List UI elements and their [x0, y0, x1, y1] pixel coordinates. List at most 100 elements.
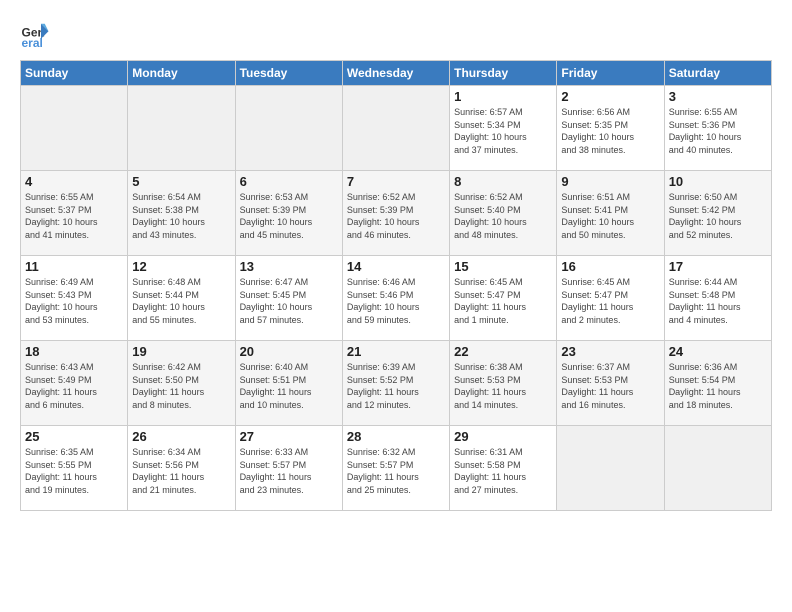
calendar-cell: 20 Sunrise: 6:40 AM Sunset: 5:51 PM Dayli… — [235, 341, 342, 426]
day-info: Sunrise: 6:55 AM Sunset: 5:36 PM Dayligh… — [669, 106, 767, 156]
day-info: Sunrise: 6:48 AM Sunset: 5:44 PM Dayligh… — [132, 276, 230, 326]
calendar-cell: 15Sunrise: 6:45 AM Sunset: 5:47 PM Dayli… — [450, 256, 557, 341]
calendar-cell: 11 Sunrise: 6:49 AM Sunset: 5:43 PM Dayli… — [21, 256, 128, 341]
weekday-header: Sunday — [21, 61, 128, 86]
day-number: 21 — [347, 344, 445, 359]
calendar-cell — [664, 426, 771, 511]
calendar-cell — [557, 426, 664, 511]
day-info: Sunrise: 6:52 AM Sunset: 5:39 PM Dayligh… — [347, 191, 445, 241]
day-number: 6 — [240, 174, 338, 189]
day-number: 19 — [132, 344, 230, 359]
day-info: Sunrise: 6:53 AM Sunset: 5:39 PM Dayligh… — [240, 191, 338, 241]
day-info: Sunrise: 6:52 AM Sunset: 5:40 PM Dayligh… — [454, 191, 552, 241]
day-info: Sunrise: 6:36 AM Sunset: 5:54 PM Dayligh… — [669, 361, 767, 411]
calendar-cell: 17 Sunrise: 6:44 AM Sunset: 5:48 PM Dayli… — [664, 256, 771, 341]
day-number: 26 — [132, 429, 230, 444]
calendar-cell: 8 Sunrise: 6:52 AM Sunset: 5:40 PM Daylig… — [450, 171, 557, 256]
day-info: Sunrise: 6:33 AM Sunset: 5:57 PM Dayligh… — [240, 446, 338, 496]
day-info: Sunrise: 6:50 AM Sunset: 5:42 PM Dayligh… — [669, 191, 767, 241]
calendar-cell: 26 Sunrise: 6:34 AM Sunset: 5:56 PM Dayli… — [128, 426, 235, 511]
calendar-cell: 6 Sunrise: 6:53 AM Sunset: 5:39 PM Daylig… — [235, 171, 342, 256]
day-number: 24 — [669, 344, 767, 359]
weekday-header: Thursday — [450, 61, 557, 86]
day-info: Sunrise: 6:54 AM Sunset: 5:38 PM Dayligh… — [132, 191, 230, 241]
calendar-cell: 7 Sunrise: 6:52 AM Sunset: 5:39 PM Daylig… — [342, 171, 449, 256]
day-number: 12 — [132, 259, 230, 274]
day-number: 11 — [25, 259, 123, 274]
day-number: 14 — [347, 259, 445, 274]
day-number: 2 — [561, 89, 659, 104]
calendar-cell: 27 Sunrise: 6:33 AM Sunset: 5:57 PM Dayli… — [235, 426, 342, 511]
day-number: 18 — [25, 344, 123, 359]
page-header: Gen eral — [20, 20, 772, 50]
day-info: Sunrise: 6:38 AM Sunset: 5:53 PM Dayligh… — [454, 361, 552, 411]
day-number: 10 — [669, 174, 767, 189]
logo-icon: Gen eral — [20, 20, 50, 50]
day-info: Sunrise: 6:34 AM Sunset: 5:56 PM Dayligh… — [132, 446, 230, 496]
calendar-cell: 2 Sunrise: 6:56 AM Sunset: 5:35 PM Daylig… — [557, 86, 664, 171]
day-info: Sunrise: 6:43 AM Sunset: 5:49 PM Dayligh… — [25, 361, 123, 411]
day-number: 17 — [669, 259, 767, 274]
weekday-header: Wednesday — [342, 61, 449, 86]
calendar-cell — [342, 86, 449, 171]
calendar-cell — [128, 86, 235, 171]
logo: Gen eral — [20, 20, 54, 50]
day-info: Sunrise: 6:37 AM Sunset: 5:53 PM Dayligh… — [561, 361, 659, 411]
calendar-cell: 21Sunrise: 6:39 AM Sunset: 5:52 PM Dayli… — [342, 341, 449, 426]
day-info: Sunrise: 6:32 AM Sunset: 5:57 PM Dayligh… — [347, 446, 445, 496]
weekday-header: Saturday — [664, 61, 771, 86]
calendar-cell: 3 Sunrise: 6:55 AM Sunset: 5:36 PM Daylig… — [664, 86, 771, 171]
day-number: 15 — [454, 259, 552, 274]
day-number: 1 — [454, 89, 552, 104]
day-number: 5 — [132, 174, 230, 189]
calendar-cell: 18 Sunrise: 6:43 AM Sunset: 5:49 PM Dayli… — [21, 341, 128, 426]
day-number: 9 — [561, 174, 659, 189]
day-info: Sunrise: 6:35 AM Sunset: 5:55 PM Dayligh… — [25, 446, 123, 496]
weekday-header: Tuesday — [235, 61, 342, 86]
day-info: Sunrise: 6:56 AM Sunset: 5:35 PM Dayligh… — [561, 106, 659, 156]
day-info: Sunrise: 6:42 AM Sunset: 5:50 PM Dayligh… — [132, 361, 230, 411]
calendar-cell: 19 Sunrise: 6:42 AM Sunset: 5:50 PM Dayli… — [128, 341, 235, 426]
calendar-cell: 16 Sunrise: 6:45 AM Sunset: 5:47 PM Dayli… — [557, 256, 664, 341]
calendar-cell: 22 Sunrise: 6:38 AM Sunset: 5:53 PM Dayli… — [450, 341, 557, 426]
calendar-cell — [235, 86, 342, 171]
day-info: Sunrise: 6:45 AM Sunset: 5:47 PM Dayligh… — [561, 276, 659, 326]
day-number: 25 — [25, 429, 123, 444]
calendar-cell: 29 Sunrise: 6:31 AM Sunset: 5:58 PM Dayli… — [450, 426, 557, 511]
day-number: 20 — [240, 344, 338, 359]
day-number: 16 — [561, 259, 659, 274]
calendar-table: SundayMondayTuesdayWednesdayThursdayFrid… — [20, 60, 772, 511]
day-info: Sunrise: 6:40 AM Sunset: 5:51 PM Dayligh… — [240, 361, 338, 411]
calendar-cell: 9 Sunrise: 6:51 AM Sunset: 5:41 PM Daylig… — [557, 171, 664, 256]
calendar-cell: 28 Sunrise: 6:32 AM Sunset: 5:57 PM Dayli… — [342, 426, 449, 511]
calendar-cell: 23 Sunrise: 6:37 AM Sunset: 5:53 PM Dayli… — [557, 341, 664, 426]
weekday-header: Friday — [557, 61, 664, 86]
day-info: Sunrise: 6:49 AM Sunset: 5:43 PM Dayligh… — [25, 276, 123, 326]
day-number: 7 — [347, 174, 445, 189]
day-info: Sunrise: 6:31 AM Sunset: 5:58 PM Dayligh… — [454, 446, 552, 496]
svg-text:eral: eral — [22, 36, 43, 50]
day-number: 28 — [347, 429, 445, 444]
calendar-cell: 12 Sunrise: 6:48 AM Sunset: 5:44 PM Dayli… — [128, 256, 235, 341]
calendar-cell: 1 Sunrise: 6:57 AM Sunset: 5:34 PM Daylig… — [450, 86, 557, 171]
day-number: 23 — [561, 344, 659, 359]
day-info: Sunrise: 6:47 AM Sunset: 5:45 PM Dayligh… — [240, 276, 338, 326]
day-number: 27 — [240, 429, 338, 444]
calendar-cell: 10 Sunrise: 6:50 AM Sunset: 5:42 PM Dayli… — [664, 171, 771, 256]
day-number: 29 — [454, 429, 552, 444]
day-info: Sunrise: 6:57 AM Sunset: 5:34 PM Dayligh… — [454, 106, 552, 156]
day-number: 3 — [669, 89, 767, 104]
calendar-cell: 14 Sunrise: 6:46 AM Sunset: 5:46 PM Dayli… — [342, 256, 449, 341]
day-info: Sunrise: 6:51 AM Sunset: 5:41 PM Dayligh… — [561, 191, 659, 241]
day-number: 4 — [25, 174, 123, 189]
day-number: 8 — [454, 174, 552, 189]
day-info: Sunrise: 6:44 AM Sunset: 5:48 PM Dayligh… — [669, 276, 767, 326]
calendar-cell: 13 Sunrise: 6:47 AM Sunset: 5:45 PM Dayli… — [235, 256, 342, 341]
calendar-cell: 25 Sunrise: 6:35 AM Sunset: 5:55 PM Dayli… — [21, 426, 128, 511]
day-number: 22 — [454, 344, 552, 359]
day-info: Sunrise: 6:55 AM Sunset: 5:37 PM Dayligh… — [25, 191, 123, 241]
calendar-cell: 4 Sunrise: 6:55 AM Sunset: 5:37 PM Daylig… — [21, 171, 128, 256]
day-number: 13 — [240, 259, 338, 274]
weekday-header: Monday — [128, 61, 235, 86]
day-info: Sunrise: 6:46 AM Sunset: 5:46 PM Dayligh… — [347, 276, 445, 326]
